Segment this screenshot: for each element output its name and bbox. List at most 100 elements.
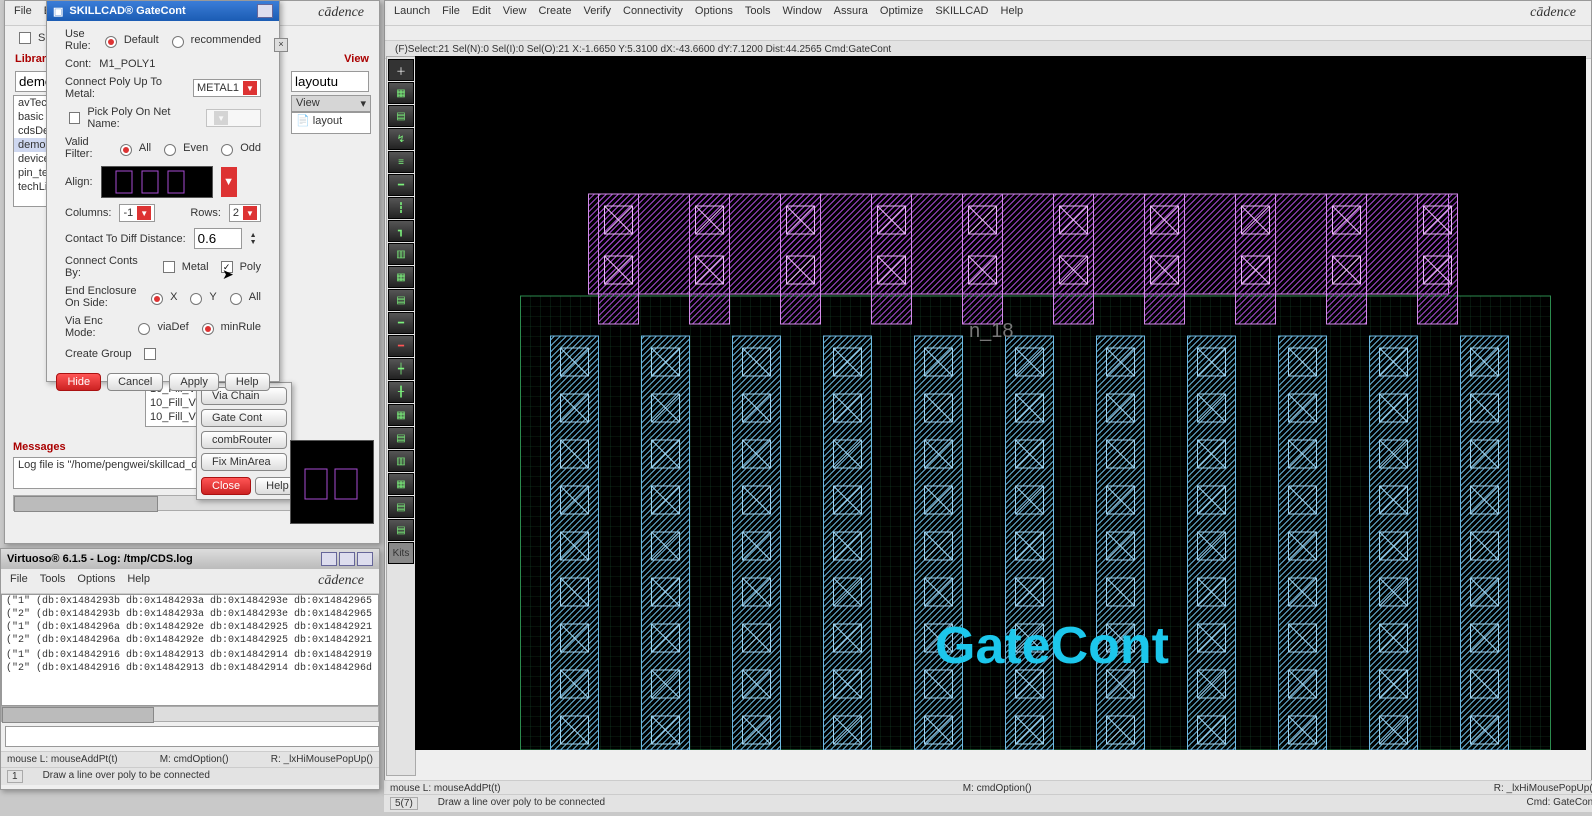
create-group-checkbox[interactable] — [144, 348, 156, 360]
tool-kits-icon[interactable]: Kits — [388, 542, 414, 564]
via-enc-viadef-radio[interactable] — [138, 323, 150, 335]
tool-icon-14[interactable]: ╂ — [388, 381, 414, 403]
tool-icon-15[interactable]: ▦ — [388, 404, 414, 426]
menu-create[interactable]: Create — [533, 3, 576, 23]
menu-verify[interactable]: Verify — [578, 3, 616, 23]
tool-plus-icon[interactable]: ＋ — [388, 59, 414, 81]
connect-poly-combo[interactable]: METAL1▼ — [193, 79, 261, 97]
menu-connectivity[interactable]: Connectivity — [618, 3, 688, 23]
gatecont-dialog: ▣ SKILLCAD® GateCont Use Rule: Default r… — [46, 0, 280, 382]
log-prompt-bar: 1 Draw a line over poly to be connected — [1, 767, 379, 785]
tool-icon-19[interactable]: ▤ — [388, 496, 414, 518]
valid-filter-odd-radio[interactable] — [221, 144, 233, 156]
columns-combo[interactable]: -1▼ — [119, 204, 155, 222]
menu-edit[interactable]: Edit — [467, 3, 496, 23]
minimize-icon[interactable] — [321, 552, 337, 566]
fix-minarea-button[interactable]: Fix MinArea — [201, 453, 287, 471]
popup-close-button[interactable]: Close — [201, 477, 251, 495]
menu-skillcad[interactable]: SKILLCAD — [930, 3, 993, 23]
tool-icon-11[interactable]: ━ — [388, 312, 414, 334]
tool-icon-9[interactable]: ▦ — [388, 266, 414, 288]
layout-canvas[interactable]: n_18 GateCont — [415, 56, 1586, 750]
tool-icon-3[interactable]: ↯ — [388, 128, 414, 150]
chevron-down-icon[interactable]: ▼ — [243, 81, 257, 95]
log-line: ("2" (db:0x14842916 db:0x14842913 db:0x1… — [2, 662, 378, 675]
menu-tools[interactable]: Tools — [740, 3, 776, 23]
libmgr-menu-file[interactable]: File — [9, 3, 37, 23]
gatecont-titlebar[interactable]: ▣ SKILLCAD® GateCont — [47, 1, 279, 21]
view-item[interactable]: 📄 layout — [292, 113, 370, 128]
menu-help[interactable]: Help — [996, 3, 1029, 23]
mouse-m: M: cmdOption() — [963, 783, 1032, 794]
maximize-icon[interactable] — [339, 552, 355, 566]
rows-label: Rows: — [190, 207, 221, 219]
log-prompt-text: Draw a line over poly to be connected — [43, 770, 210, 783]
tool-icon-5[interactable]: ━ — [388, 174, 414, 196]
menu-view[interactable]: View — [498, 3, 532, 23]
tool-icon-20[interactable]: ▤ — [388, 519, 414, 541]
menu-launch[interactable]: Launch — [389, 3, 435, 23]
tool-icon-2[interactable]: ▤ — [388, 105, 414, 127]
log-hscroll[interactable] — [1, 706, 379, 722]
end-enc-all-radio[interactable] — [230, 293, 242, 305]
c2d-input[interactable] — [194, 228, 242, 249]
align-dropdown-icon[interactable]: ▼ — [221, 167, 237, 197]
close-icon[interactable] — [257, 4, 273, 18]
pick-poly-combo[interactable]: ▼ — [206, 109, 261, 127]
connect-conts-metal-check[interactable] — [163, 261, 175, 273]
tool-icon-13[interactable]: ┿ — [388, 358, 414, 380]
view-search-input[interactable] — [291, 71, 369, 92]
use-rule-label: Use Rule: — [65, 28, 92, 52]
shu-checkbox[interactable] — [19, 32, 31, 44]
log-titlebar[interactable]: Virtuoso® 6.1.5 - Log: /tmp/CDS.log — [1, 549, 379, 569]
tool-icon-1[interactable]: ▦ — [388, 82, 414, 104]
tool-icon-7[interactable]: ┓ — [388, 220, 414, 242]
tool-icon-8[interactable]: ▥ — [388, 243, 414, 265]
tool-palette: ＋ ▦ ▤ ↯ ≡ ━ ┇ ┓ ▥ ▦ ▤ ━ ━ ┿ ╂ ▦ ▤ ▥ ▦ ▤ … — [386, 56, 416, 776]
panel-close-icon[interactable]: × — [274, 38, 288, 52]
valid-filter-even-radio[interactable] — [164, 144, 176, 156]
log-menu-options[interactable]: Options — [72, 571, 120, 591]
tool-icon-18[interactable]: ▦ — [388, 473, 414, 495]
menu-options[interactable]: Options — [690, 3, 738, 23]
log-menu-help[interactable]: Help — [122, 571, 155, 591]
end-enc-y-radio[interactable] — [190, 293, 202, 305]
menu-window[interactable]: Window — [778, 3, 827, 23]
tool-icon-4[interactable]: ≡ — [388, 151, 414, 173]
view-tab[interactable]: View — [296, 97, 320, 110]
log-line: ("2" (db:0x1484293b db:0x1484293a db:0x1… — [2, 608, 378, 621]
tool-icon-12[interactable]: ━ — [388, 335, 414, 357]
log-title: Virtuoso® 6.1.5 - Log: /tmp/CDS.log — [7, 553, 193, 565]
log-text[interactable]: ("1" (db:0x1484293b db:0x1484293a db:0x1… — [1, 594, 379, 706]
menu-optimize[interactable]: Optimize — [875, 3, 928, 23]
via-enc-minrule-radio[interactable] — [202, 323, 214, 335]
hide-button[interactable]: Hide — [56, 373, 101, 391]
combrouter-button[interactable]: combRouter — [201, 431, 287, 449]
brand-logo: cādence — [1525, 3, 1581, 23]
valid-filter-all-radio[interactable] — [120, 144, 132, 156]
tool-icon-16[interactable]: ▤ — [388, 427, 414, 449]
spinner-icon[interactable]: ▲▼ — [250, 232, 257, 246]
rows-combo[interactable]: 2▼ — [229, 204, 261, 222]
apply-button[interactable]: Apply — [169, 373, 219, 391]
end-enc-x-radio[interactable] — [151, 293, 163, 305]
tool-icon-10[interactable]: ▤ — [388, 289, 414, 311]
use-rule-default-radio[interactable] — [105, 36, 117, 48]
log-menu-tools[interactable]: Tools — [35, 571, 71, 591]
cancel-button[interactable]: Cancel — [107, 373, 163, 391]
align-preview[interactable] — [101, 166, 213, 198]
log-cmd-input[interactable] — [5, 726, 379, 747]
tool-icon-17[interactable]: ▥ — [388, 450, 414, 472]
cont-value: M1_POLY1 — [99, 58, 155, 70]
menu-file[interactable]: File — [437, 3, 465, 23]
menu-assura[interactable]: Assura — [829, 3, 873, 23]
close-icon[interactable] — [357, 552, 373, 566]
create-group-label: Create Group — [65, 348, 132, 360]
pick-poly-checkbox[interactable] — [69, 112, 80, 124]
connect-poly-label: Connect Poly Up To Metal: — [65, 76, 185, 100]
tool-icon-6[interactable]: ┇ — [388, 197, 414, 219]
help-button[interactable]: Help — [225, 373, 270, 391]
log-menu-file[interactable]: File — [5, 571, 33, 591]
use-rule-recommended-radio[interactable] — [172, 36, 184, 48]
gate-cont-button[interactable]: Gate Cont — [201, 409, 287, 427]
